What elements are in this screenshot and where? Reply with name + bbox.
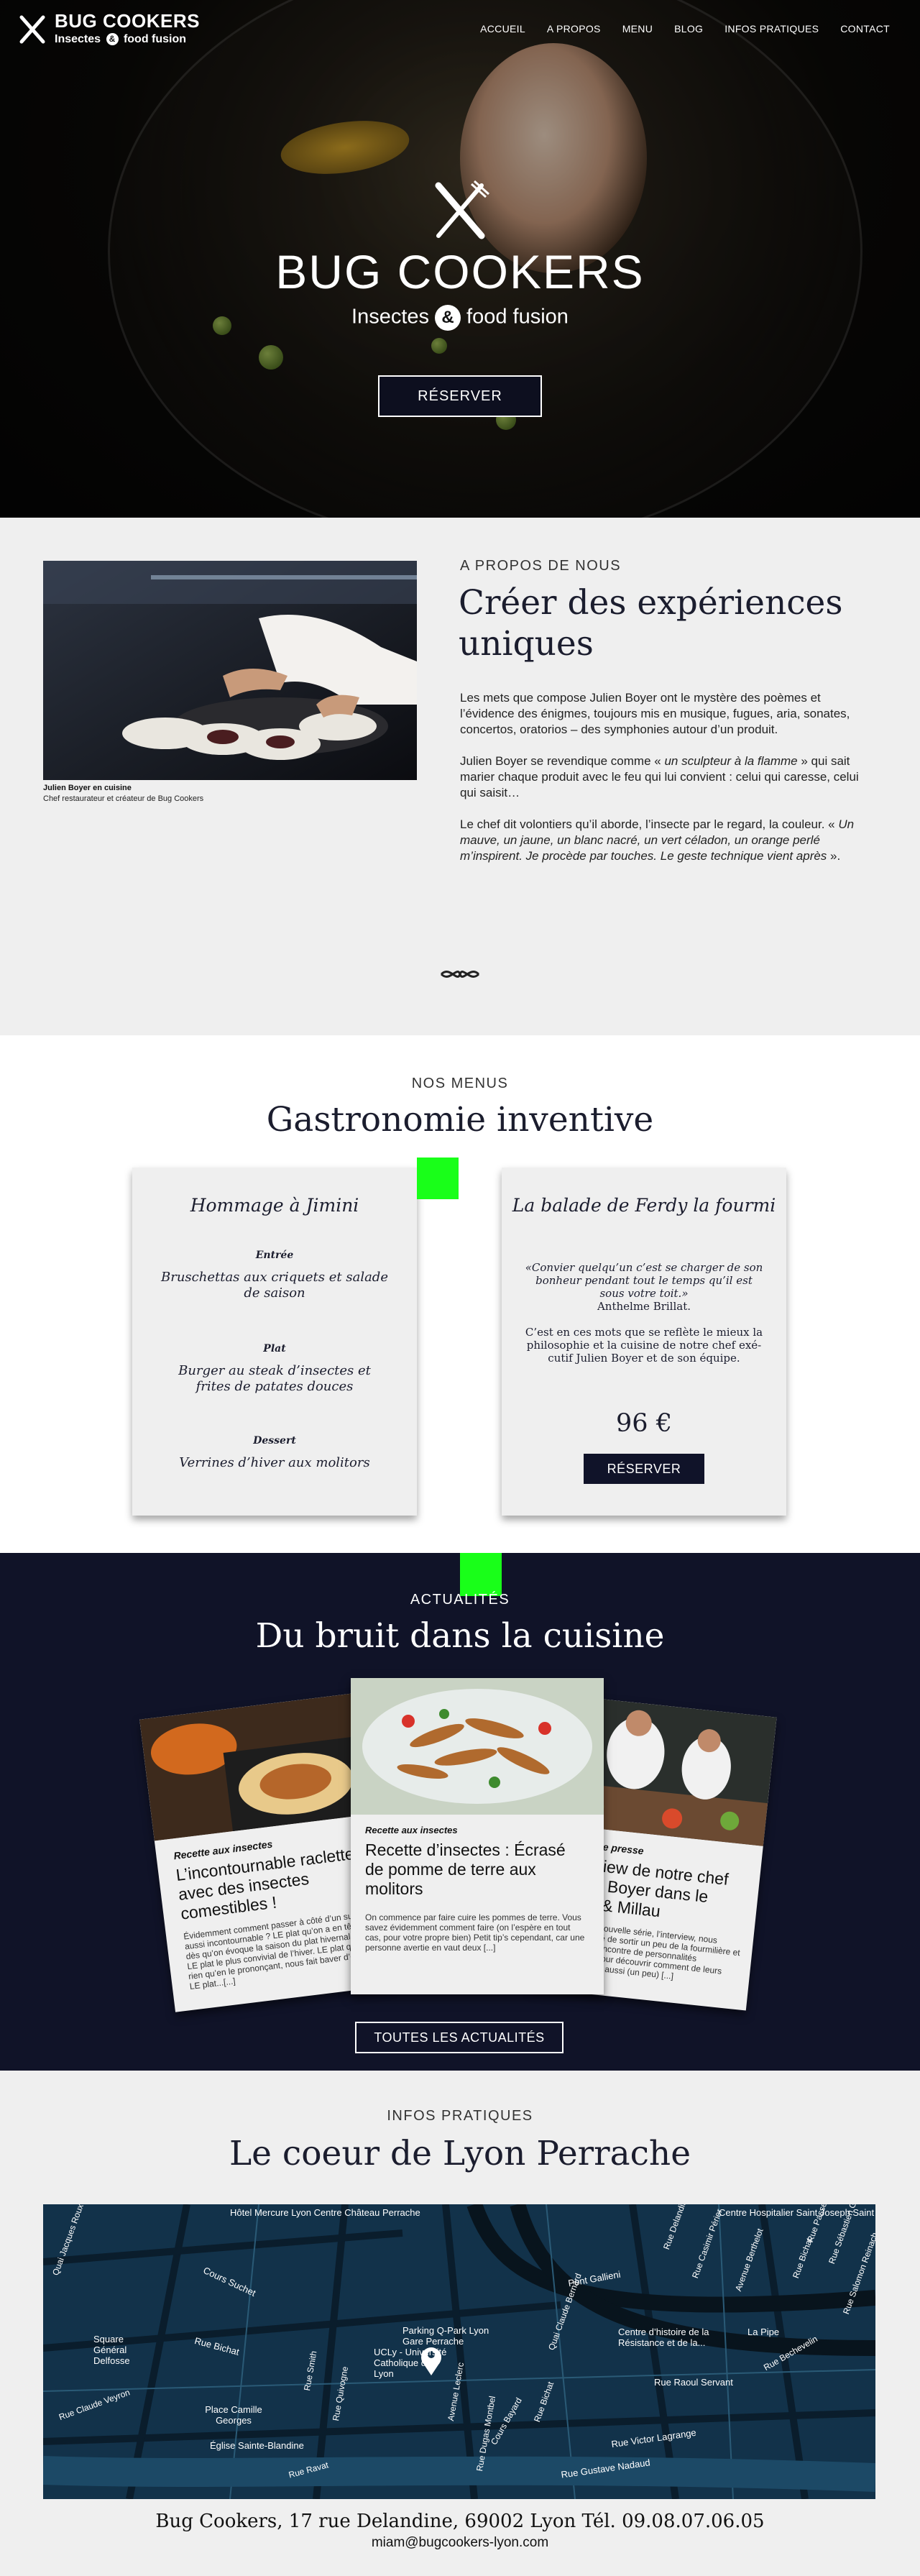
hero-section: BUG COOKERS Insectes & food fusion ACCUE… <box>0 0 920 518</box>
green-marker <box>417 1158 459 1199</box>
nav-a-propos[interactable]: A PROPOS <box>547 23 601 35</box>
menus-title: Gastronomie inventive <box>266 1100 654 1140</box>
about-paragraph: Julien Boyer se revendique comme « un sc… <box>460 754 859 799</box>
hero-title: BUG COOKERS <box>275 245 645 298</box>
menus-section: NOS MENUS Gastronomie inventive Hommage … <box>0 1035 920 1553</box>
nav-contact[interactable]: CONTACT <box>840 23 890 35</box>
all-news-button[interactable]: TOUTES LES ACTUALITÉS <box>355 2022 564 2053</box>
green-marker <box>460 1553 502 1596</box>
map-label: Square Général Delfosse <box>93 2334 130 2366</box>
news-title: Du bruit dans la cuisine <box>255 1616 665 1656</box>
menu-category: Plat <box>263 1343 286 1355</box>
news-excerpt: On commence par faire cuire les pommes d… <box>365 1912 585 1953</box>
about-paragraph: Le chef dit volontiers qu’il aborde, l’i… <box>460 817 855 863</box>
menu-quote: «Convier quelqu’un c’est se charger de s… <box>525 1261 763 1365</box>
address: Bug Cookers, 17 rue Delandine, 69002 Lyo… <box>155 2511 765 2532</box>
ornament-icon <box>440 971 480 978</box>
menu-card-jimini: Hommage à Jimini Entrée Bruschettas aux … <box>132 1168 417 1516</box>
menu-category: Entrée <box>255 1250 294 1261</box>
map-label: Hôtel Mercure Lyon Centre Château Perrac… <box>230 2207 420 2218</box>
map-label: La Pipe <box>748 2327 780 2337</box>
map-label: Place Camille Georges <box>205 2404 262 2426</box>
chef-photo <box>43 561 417 780</box>
nav-blog[interactable]: BLOG <box>674 23 703 35</box>
map-label: Rue Raoul Servant <box>654 2377 733 2388</box>
email-link[interactable]: miam@bugcookers-lyon.com <box>0 2535 920 2551</box>
logo-title: BUG COOKERS <box>55 10 200 32</box>
logo-subtitle: Insectes & food fusion <box>55 33 187 45</box>
news-card[interactable]: Recette aux insectes Recette d’insectes … <box>351 1678 604 1994</box>
news-eyebrow: ACTUALITÉS <box>410 1592 510 1608</box>
map[interactable]: Hôtel Mercure Lyon Centre Château Perrac… <box>43 2204 875 2499</box>
about-section: Julien Boyer en cuisine Chef restaurateu… <box>0 518 920 1035</box>
insect-dish-image <box>351 1678 604 1815</box>
menu-card-ferdy: La balade de Ferdy la fourmi «Convier qu… <box>502 1168 786 1516</box>
news-section: ACTUALITÉS Du bruit dans la cuisine Rece… <box>0 1553 920 2071</box>
about-title: Créer des expériences uniques <box>459 583 843 664</box>
menu-card-title: Hommage à Jimini <box>190 1195 359 1216</box>
menus-eyebrow: NOS MENUS <box>411 1076 509 1091</box>
news-card-title: Recette d’insectes : Écrasé de pomme de … <box>365 1841 566 1898</box>
map-label: Centre d’histoire de la Résistance et de… <box>618 2327 709 2348</box>
infos-title: Le coeur de Lyon Perrache <box>229 2134 691 2173</box>
photo-caption-role: Chef restaurateur et créateur de Bug Coo… <box>43 794 204 803</box>
about-text: Les mets que compose Julien Boyer ont le… <box>460 690 877 880</box>
raclette-image <box>139 1693 369 1841</box>
about-eyebrow: A PROPOS DE NOUS <box>460 558 622 574</box>
map-label: Église Sainte-Blandine <box>210 2440 304 2451</box>
map-label: Parking Q-Park Lyon Gare Perrache <box>402 2325 489 2347</box>
news-tag: Recette aux insectes <box>365 1825 458 1835</box>
photo-caption-name: Julien Boyer en cuisine <box>43 784 132 792</box>
nav-accueil[interactable]: ACCUEIL <box>480 23 525 35</box>
main-nav: ACCUEIL A PROPOS MENU BLOG INFOS PRATIQU… <box>480 23 890 35</box>
utensils-icon <box>19 15 45 44</box>
nav-infos-pratiques[interactable]: INFOS PRATIQUES <box>724 23 819 35</box>
menu-price: 96 € <box>616 1409 672 1438</box>
hero-subtitle: Insectes & food fusion <box>0 305 920 331</box>
news-excerpt: Évidemment comment passer à côté d’un su… <box>183 1910 374 1992</box>
knife-fork-icon <box>435 180 490 239</box>
menu-dish: Verrines d’hiver aux molitors <box>179 1455 370 1470</box>
about-paragraph: Les mets que compose Julien Boyer ont le… <box>460 691 850 736</box>
infos-eyebrow: INFOS PRATIQUES <box>387 2108 533 2124</box>
logo[interactable]: BUG COOKERS Insectes & food fusion <box>16 10 231 53</box>
menu-reserve-button[interactable]: RÉSERVER <box>584 1454 704 1484</box>
nav-menu[interactable]: MENU <box>622 23 653 35</box>
menu-dish: Bruschettas aux criquets et salade de sa… <box>161 1270 388 1301</box>
reserve-button[interactable]: RÉSERVER <box>378 375 542 417</box>
infos-section: INFOS PRATIQUES Le coeur de Lyon Perrach… <box>0 2071 920 2576</box>
map-label: UCLy - Université Catholique de Lyon <box>374 2347 447 2379</box>
menu-dish: Burger au steak d’insectes et frites de … <box>178 1363 371 1394</box>
menu-card-title: La balade de Ferdy la fourmi <box>512 1195 776 1216</box>
menu-category: Dessert <box>253 1435 296 1447</box>
